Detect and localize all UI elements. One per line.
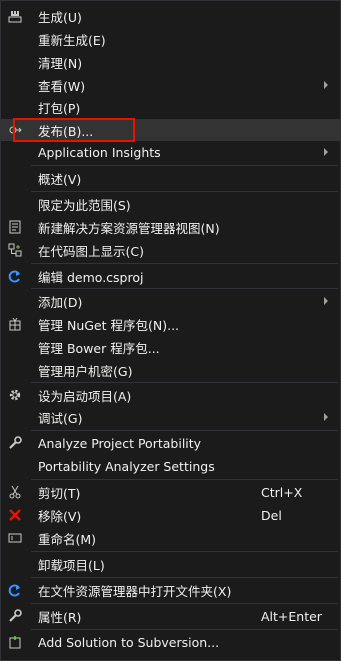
menu-item-label: 添加(D)	[38, 294, 83, 310]
menu-item-clean[interactable]: 清理(N)	[1, 51, 340, 73]
gear-icon	[7, 387, 23, 403]
context-menu: 生成(U) 重新生成(E) 清理(N) 查看(W) 打包(P) 发布(B)...…	[0, 0, 341, 661]
menu-item-label: 新建解决方案资源管理器视图(N)	[38, 220, 220, 236]
shortcut-label: Del	[261, 507, 282, 523]
submenu-arrow-icon	[324, 297, 328, 305]
menu-item-label: 重新生成(E)	[38, 32, 106, 48]
properties-icon	[7, 608, 23, 624]
menu-item-properties[interactable]: 属性(R) Alt+Enter	[1, 605, 340, 627]
menu-separator	[31, 430, 338, 431]
menu-item-edit-csproj[interactable]: 编辑 demo.csproj	[1, 265, 340, 287]
menu-item-label: 调试(G)	[38, 410, 83, 426]
menu-item-label: 重命名(M)	[38, 531, 97, 547]
menu-item-unload-project[interactable]: 卸载项目(L)	[1, 553, 340, 575]
menu-separator	[31, 551, 338, 552]
menu-item-remove[interactable]: 移除(V) Del	[1, 504, 340, 526]
menu-item-scope-to-this[interactable]: 限定为此范围(S)	[1, 193, 340, 215]
menu-item-label: 管理 Bower 程序包...	[38, 340, 160, 356]
menu-item-portability-settings[interactable]: Portability Analyzer Settings	[1, 455, 340, 477]
menu-item-label: 属性(R)	[38, 609, 82, 625]
menu-separator	[31, 165, 338, 166]
menu-item-debug[interactable]: 调试(G)	[1, 406, 340, 428]
svn-icon	[7, 634, 23, 650]
menu-item-view[interactable]: 查看(W)	[1, 74, 340, 96]
menu-item-open-in-file-explorer[interactable]: 在文件资源管理器中打开文件夹(X)	[1, 579, 340, 601]
menu-item-label: 生成(U)	[38, 9, 82, 25]
menu-item-pack[interactable]: 打包(P)	[1, 96, 340, 118]
menu-item-label: 设为启动项目(A)	[38, 388, 132, 404]
menu-item-manage-user-secrets[interactable]: 管理用户机密(G)	[1, 359, 340, 381]
menu-item-label: 管理用户机密(G)	[38, 363, 133, 379]
open-folder-icon	[7, 582, 23, 598]
menu-item-rename[interactable]: 重命名(M)	[1, 527, 340, 549]
build-icon	[7, 8, 23, 24]
menu-item-label: 打包(P)	[38, 100, 81, 116]
menu-item-build[interactable]: 生成(U)	[1, 5, 340, 27]
submenu-arrow-icon	[324, 148, 328, 156]
menu-item-label: 在代码图上显示(C)	[38, 243, 144, 259]
menu-item-label: 查看(W)	[38, 78, 86, 94]
wrench-icon	[7, 435, 23, 451]
menu-item-label: 在文件资源管理器中打开文件夹(X)	[38, 583, 232, 599]
menu-item-label: 清理(N)	[38, 55, 83, 71]
menu-separator	[31, 288, 338, 289]
menu-item-manage-nuget[interactable]: 管理 NuGet 程序包(N)...	[1, 313, 340, 335]
menu-item-add[interactable]: 添加(D)	[1, 290, 340, 312]
menu-item-overview[interactable]: 概述(V)	[1, 167, 340, 189]
menu-item-rebuild[interactable]: 重新生成(E)	[1, 28, 340, 50]
code-map-icon	[7, 242, 23, 258]
shortcut-label: Alt+Enter	[261, 608, 322, 624]
menu-item-label: Analyze Project Portability	[38, 435, 202, 451]
menu-item-label: 概述(V)	[38, 171, 82, 187]
shortcut-label: Ctrl+X	[261, 484, 303, 500]
rename-icon	[7, 530, 23, 546]
menu-item-label: Portability Analyzer Settings	[38, 458, 215, 474]
menu-separator	[31, 629, 338, 630]
menu-item-label: Application Insights	[38, 144, 161, 160]
scissors-icon	[7, 484, 23, 500]
edit-refresh-icon	[7, 268, 23, 284]
menu-separator	[31, 191, 338, 192]
new-view-icon	[7, 219, 23, 235]
menu-item-label: 移除(V)	[38, 508, 82, 524]
menu-separator	[31, 382, 338, 383]
menu-item-add-to-subversion[interactable]: Add Solution to Subversion...	[1, 631, 340, 653]
submenu-arrow-icon	[324, 413, 328, 421]
menu-item-new-solution-explorer-view[interactable]: 新建解决方案资源管理器视图(N)	[1, 216, 340, 238]
menu-item-show-on-code-map[interactable]: 在代码图上显示(C)	[1, 239, 340, 261]
menu-item-label: 限定为此范围(S)	[38, 197, 131, 213]
menu-item-label: 编辑 demo.csproj	[38, 269, 144, 285]
menu-item-analyze-portability[interactable]: Analyze Project Portability	[1, 432, 340, 454]
menu-separator	[31, 603, 338, 604]
menu-item-label: 管理 NuGet 程序包(N)...	[38, 317, 180, 333]
annotation-highlight-box	[13, 118, 135, 142]
menu-item-manage-bower[interactable]: 管理 Bower 程序包...	[1, 336, 340, 358]
menu-item-application-insights[interactable]: Application Insights	[1, 141, 340, 163]
remove-icon	[7, 507, 23, 523]
menu-item-set-startup-project[interactable]: 设为启动项目(A)	[1, 384, 340, 406]
menu-item-label: 卸载项目(L)	[38, 557, 105, 573]
menu-item-cut[interactable]: 剪切(T) Ctrl+X	[1, 481, 340, 503]
menu-item-label: Add Solution to Subversion...	[38, 634, 220, 650]
menu-separator	[31, 479, 338, 480]
submenu-arrow-icon	[324, 81, 328, 89]
menu-separator	[31, 577, 338, 578]
nuget-icon	[7, 316, 23, 332]
menu-separator	[31, 263, 338, 264]
menu-item-label: 剪切(T)	[38, 485, 81, 501]
